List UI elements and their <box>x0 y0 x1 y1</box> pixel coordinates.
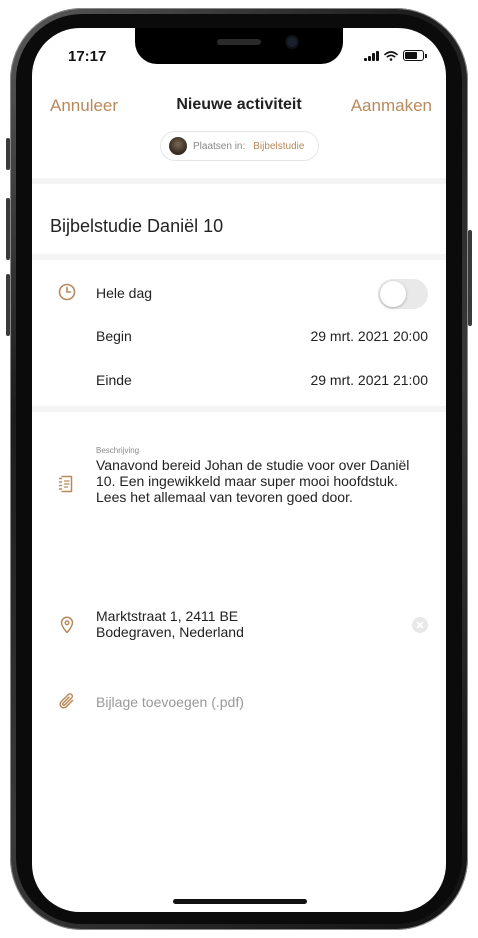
volume-down-button <box>6 274 10 336</box>
post-target-group: Bijbelstudie <box>253 140 305 152</box>
description-caption: Beschrijving <box>96 446 140 455</box>
power-button <box>468 230 472 326</box>
post-target-prefix: Plaatsen in: <box>193 140 246 152</box>
event-title-input[interactable]: Bijbelstudie Daniël 10 <box>50 216 223 237</box>
description-text[interactable]: Vanavond bereid Johan de studie voor ove… <box>96 457 432 505</box>
section-divider <box>32 178 446 184</box>
end-label: Einde <box>96 372 132 388</box>
front-camera <box>287 37 297 47</box>
notes-icon <box>58 475 73 493</box>
silent-switch <box>6 138 10 170</box>
location-address[interactable]: Marktstraat 1, 2411 BE Bodegraven, Neder… <box>96 608 356 640</box>
toggle-knob <box>380 281 406 307</box>
app-screen: 17:17 Annuleer Nieuwe activiteit Aanmake… <box>32 28 446 912</box>
volume-up-button <box>6 198 10 260</box>
location-line-2: Bodegraven, Nederland <box>96 624 244 640</box>
begin-label: Begin <box>96 328 132 344</box>
group-avatar <box>169 137 187 155</box>
notch <box>135 28 343 64</box>
section-divider <box>32 406 446 412</box>
paperclip-icon <box>59 693 74 709</box>
clear-location-button[interactable] <box>412 617 428 633</box>
wifi-icon <box>384 50 398 61</box>
begin-datetime[interactable]: 29 mrt. 2021 20:00 <box>310 328 428 344</box>
all-day-toggle[interactable] <box>378 279 428 309</box>
create-button[interactable]: Aanmaken <box>351 96 432 116</box>
add-attachment-button[interactable]: Bijlage toevoegen (.pdf) <box>96 694 244 710</box>
status-icons <box>364 50 427 61</box>
speaker-grille <box>217 39 261 45</box>
location-line-1: Marktstraat 1, 2411 BE <box>96 608 239 624</box>
location-pin-icon <box>60 616 74 634</box>
home-indicator[interactable] <box>173 899 307 904</box>
section-divider <box>32 254 446 260</box>
post-target-selector[interactable]: Plaatsen in: Bijbelstudie <box>160 131 320 161</box>
battery-icon <box>403 50 427 61</box>
end-datetime[interactable]: 29 mrt. 2021 21:00 <box>310 372 428 388</box>
clock-icon <box>58 283 76 301</box>
all-day-label: Hele dag <box>96 285 153 301</box>
status-time: 17:17 <box>68 48 107 65</box>
signal-icon <box>364 50 379 61</box>
